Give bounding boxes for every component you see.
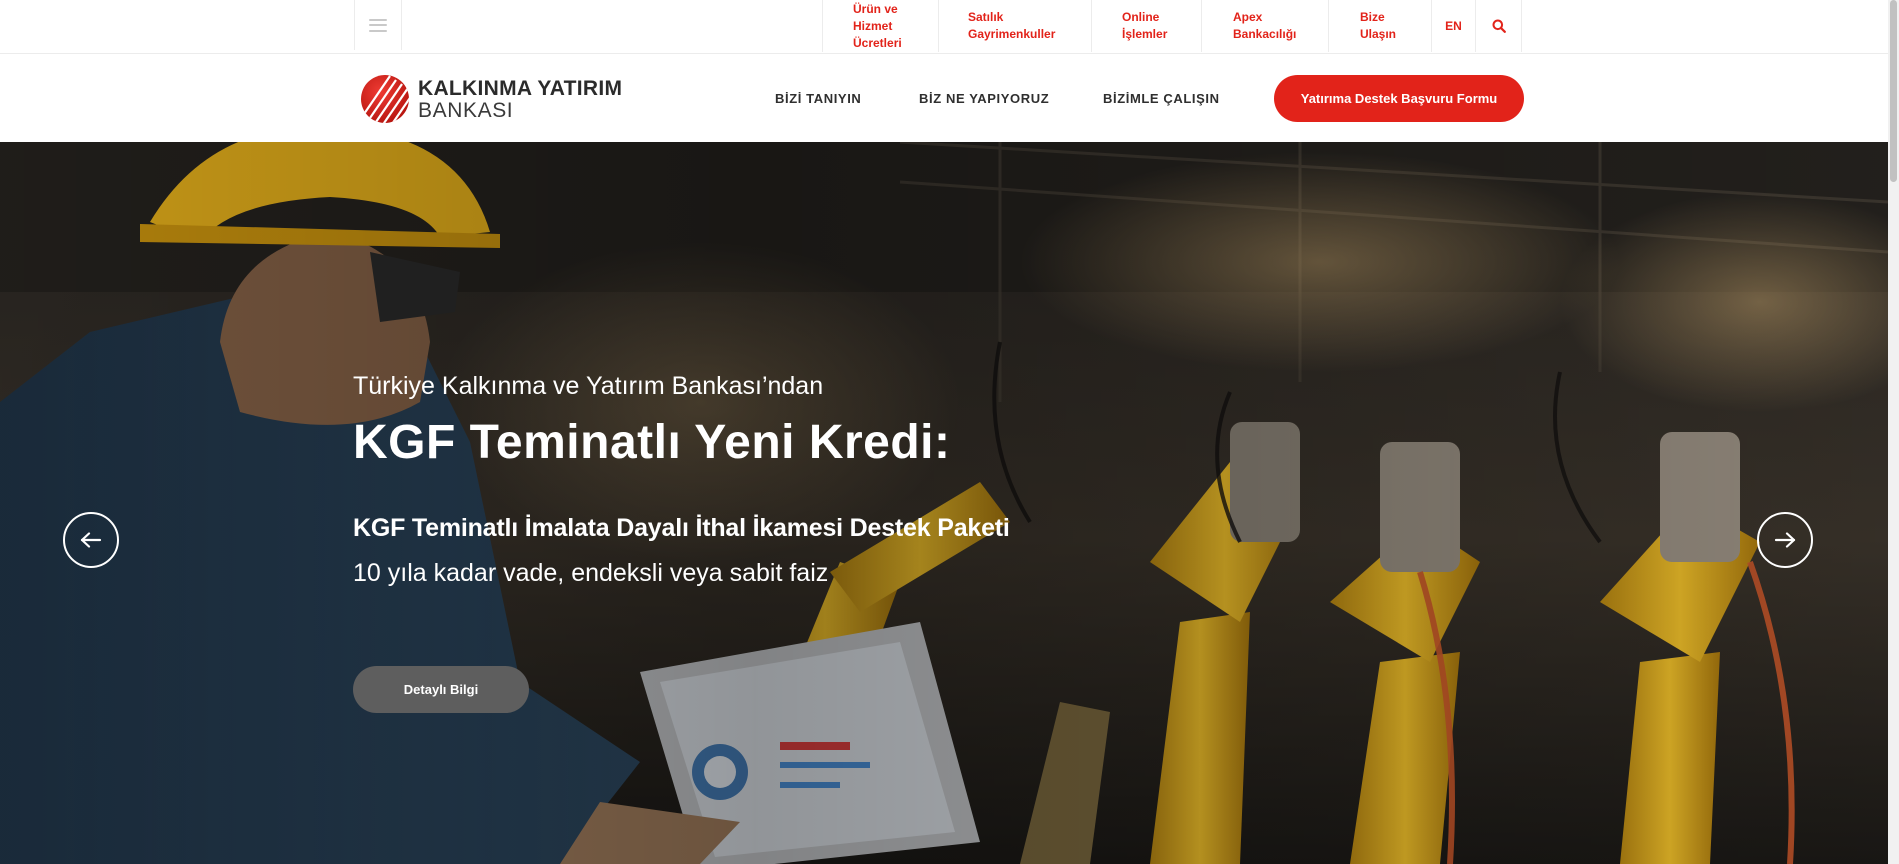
logo-wordmark: KALKINMA YATIRIM BANKASI	[418, 78, 622, 121]
menu-toggle-button[interactable]	[354, 0, 402, 50]
slide-subtitle: KGF Teminatlı İmalata Dayalı İthal İkame…	[353, 514, 1010, 542]
slide-description: 10 yıla kadar vade, endeksli veya sabit …	[353, 559, 829, 587]
bank-logo[interactable]: KALKINMA YATIRIM BANKASI	[360, 74, 622, 124]
language-switch[interactable]: EN	[1431, 0, 1475, 52]
utility-link-apex-label: Apex Bankacılığı	[1233, 10, 1297, 41]
utility-link-apex[interactable]: Apex Bankacılığı	[1201, 0, 1328, 52]
arrow-right-icon	[1774, 532, 1796, 548]
logo-mark-icon	[361, 75, 409, 123]
main-header: KALKINMA YATIRIM BANKASI BİZİ TANIYIN Bİ…	[0, 54, 1888, 142]
search-icon	[1492, 19, 1506, 33]
arrow-left-icon	[80, 532, 102, 548]
utility-link-online[interactable]: Online İşlemler	[1091, 0, 1201, 52]
slider-next-button[interactable]	[1757, 512, 1813, 568]
logo-line-1: KALKINMA YATIRIM	[418, 76, 623, 100]
nav-careers[interactable]: BİZİMLE ÇALIŞIN	[1103, 54, 1220, 142]
utility-link-fees-label: Ürün ve Hizmet Ücretleri	[853, 1, 902, 50]
utility-link-online-label: Online İşlemler	[1122, 10, 1168, 41]
utility-bar: Ürün ve Hizmet Ücretleri Satılık Gayrimenku…	[0, 0, 1888, 54]
utility-link-contact-label: Bize Ulaşın	[1360, 10, 1397, 41]
hero-slider: Türkiye Kalkınma ve Yatırım Bankası’ndan…	[0, 142, 1888, 864]
page-scrollbar[interactable]	[1888, 0, 1899, 864]
hamburger-icon	[369, 18, 387, 32]
detail-info-button[interactable]: Detaylı Bilgi	[353, 666, 529, 713]
utility-link-real-estate[interactable]: Satılık Gayrimenkuller	[938, 0, 1091, 52]
nav-what-we-do[interactable]: BİZ NE YAPIYORUZ	[919, 54, 1049, 142]
nav-about-us[interactable]: BİZİ TANIYIN	[775, 54, 861, 142]
utility-link-fees[interactable]: Ürün ve Hizmet Ücretleri	[822, 0, 938, 52]
slider-prev-button[interactable]	[63, 512, 119, 568]
logo-line-2: BANKASI	[418, 98, 514, 122]
hero-overlay	[0, 142, 1888, 864]
search-button[interactable]	[1475, 0, 1522, 52]
slide-title: KGF Teminatlı Yeni Kredi:	[353, 416, 951, 469]
utility-link-contact[interactable]: Bize Ulaşın	[1328, 0, 1431, 52]
scrollbar-thumb[interactable]	[1890, 0, 1897, 182]
slide-kicker: Türkiye Kalkınma ve Yatırım Bankası’ndan	[353, 372, 824, 400]
language-label: EN	[1445, 18, 1462, 33]
investment-support-form-button[interactable]: Yatırıma Destek Başvuru Formu	[1274, 75, 1524, 122]
utility-link-real-estate-label: Satılık Gayrimenkuller	[968, 10, 1056, 41]
